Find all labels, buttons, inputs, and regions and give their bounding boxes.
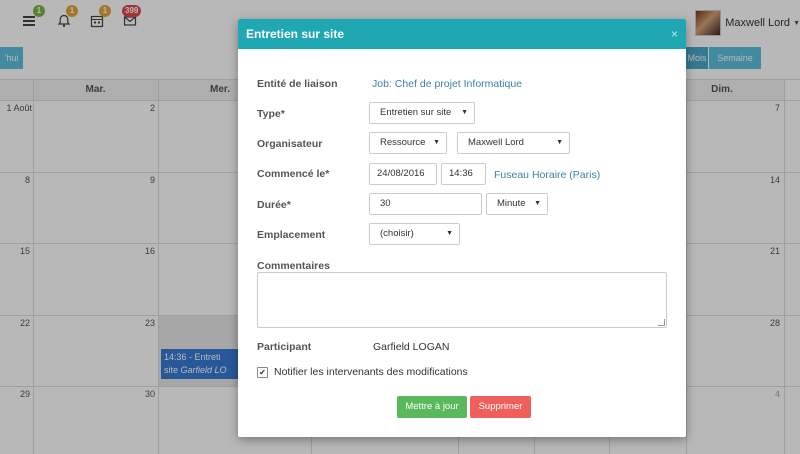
chevron-down-icon: ▼	[446, 230, 453, 237]
organizer-name-value: Maxwell Lord	[468, 137, 524, 148]
organizer-label: Organisateur	[257, 138, 323, 150]
chevron-down-icon: ▼	[461, 109, 468, 116]
duration-unit-value: Minute	[497, 198, 526, 209]
update-button[interactable]: Mettre à jour	[397, 396, 467, 418]
start-time-input[interactable]: 14:36	[441, 163, 486, 185]
close-icon[interactable]: ×	[671, 27, 678, 41]
modal-header: Entretien sur site ×	[238, 19, 686, 49]
start-date-value: 24/08/2016	[377, 168, 425, 179]
location-value: (choisir)	[380, 228, 414, 239]
type-label: Type*	[257, 108, 285, 120]
edit-appointment-modal: Entretien sur site × Entité de liaison J…	[238, 19, 686, 437]
participant-value: Garfield LOGAN	[373, 341, 450, 353]
chevron-down-icon: ▼	[433, 139, 440, 146]
organizer-name-select[interactable]: Maxwell Lord ▼	[457, 132, 570, 154]
duration-input[interactable]: 30	[369, 193, 482, 215]
notify-checkbox[interactable]: ✔	[257, 367, 268, 378]
notify-label: Notifier les intervenants des modificati…	[274, 366, 468, 378]
type-select[interactable]: Entretien sur site ▼	[369, 102, 475, 124]
modal-title: Entretien sur site	[246, 27, 345, 41]
organizer-kind-select[interactable]: Ressource ▼	[369, 132, 447, 154]
entity-link[interactable]: Job: Chef de projet Informatique	[372, 78, 522, 90]
location-label: Emplacement	[257, 229, 326, 241]
delete-button[interactable]: Supprimer	[470, 396, 531, 418]
duration-label: Durée*	[257, 199, 291, 211]
duration-value: 30	[380, 198, 391, 209]
chevron-down-icon: ▼	[534, 200, 541, 207]
resize-handle-icon[interactable]	[658, 319, 665, 326]
start-label: Commencé le*	[257, 168, 330, 180]
comments-label: Commentaires	[257, 260, 330, 272]
start-time-value: 14:36	[449, 168, 473, 179]
participant-label: Participant	[257, 341, 312, 353]
location-select[interactable]: (choisir) ▼	[369, 223, 460, 245]
start-date-input[interactable]: 24/08/2016	[369, 163, 437, 185]
duration-unit-select[interactable]: Minute ▼	[486, 193, 548, 215]
comments-textarea[interactable]	[257, 272, 667, 328]
entity-label: Entité de liaison	[257, 78, 338, 90]
type-select-value: Entretien sur site	[380, 107, 452, 118]
timezone-link[interactable]: Fuseau Horaire (Paris)	[494, 169, 600, 181]
chevron-down-icon: ▼	[556, 139, 563, 146]
organizer-kind-value: Ressource	[380, 137, 426, 148]
